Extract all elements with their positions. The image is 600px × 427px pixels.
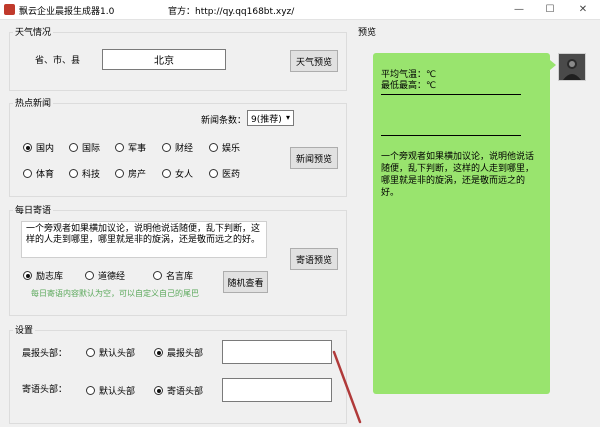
radio-indicator: [86, 348, 95, 357]
city-input[interactable]: 北京: [102, 49, 226, 70]
radio-indicator: [162, 143, 171, 152]
settings-group-title: 设置: [13, 323, 36, 336]
source-radio[interactable]: 名言库: [153, 269, 193, 282]
maximize-icon[interactable]: ☐: [543, 3, 557, 17]
category-radio[interactable]: 科技: [69, 167, 100, 180]
preview-divider: [381, 135, 521, 136]
news-preview-button[interactable]: 新闻预览: [290, 147, 338, 169]
preview-range-temp: 最低最高：℃: [381, 81, 437, 91]
weather-preview-button[interactable]: 天气预览: [290, 50, 338, 72]
preview-group-title: 预览: [356, 25, 379, 38]
news-count-label: 新闻条数：: [201, 116, 247, 126]
bubble-tail: [550, 60, 556, 70]
radio-indicator: [153, 271, 162, 280]
user-avatar-icon: [559, 54, 585, 80]
category-radio[interactable]: 房产: [115, 167, 146, 180]
radio-indicator: [209, 169, 218, 178]
preview-bubble: 平均气温：℃ 最低最高：℃ 一个旁观者如果横加议论，说明他说话随便，乱下判断，这…: [373, 53, 550, 394]
title-bar: 飘云企业晨报生成器1.0 官方：http://qy.qq168bt.xyz/ —…: [0, 0, 600, 20]
category-radio[interactable]: 财经: [162, 141, 193, 154]
category-radio[interactable]: 军事: [115, 141, 146, 154]
arrow-annotation-icon: [332, 350, 362, 424]
morning-custom-radio[interactable]: 晨报头部: [154, 346, 203, 359]
radio-indicator: [86, 386, 95, 395]
category-radio[interactable]: 娱乐: [209, 141, 240, 154]
radio-indicator: [23, 143, 32, 152]
message-default-radio[interactable]: 默认头部: [86, 384, 135, 397]
app-icon: [4, 4, 15, 15]
radio-indicator: [23, 271, 32, 280]
daily-preview-button[interactable]: 寄语预览: [290, 248, 338, 270]
radio-indicator: [209, 143, 218, 152]
news-count-value: 9(推荐): [251, 114, 282, 125]
source-radio[interactable]: 励志库: [23, 269, 63, 282]
category-radio[interactable]: 国际: [69, 141, 100, 154]
region-label: 省、市、县: [35, 56, 81, 66]
radio-indicator: [115, 143, 124, 152]
preview-quote: 一个旁观者如果横加议论，说明他说话随便，乱下判断，这样的人走到哪里，哪里就是非的…: [381, 152, 535, 198]
website-label: 官方：http://qy.qq168bt.xyz/: [168, 7, 295, 17]
category-radio[interactable]: 女人: [162, 167, 193, 180]
radio-indicator: [69, 143, 78, 152]
radio-indicator: [69, 169, 78, 178]
weather-group-title: 天气情况: [13, 25, 54, 38]
daily-message-textarea[interactable]: 一个旁观者如果横加议论，说明他说话随便，乱下判断，这样的人走到哪里，哪里就是非的…: [21, 221, 267, 258]
message-custom-radio[interactable]: 寄语头部: [154, 384, 203, 397]
window-title: 飘云企业晨报生成器1.0: [19, 7, 115, 17]
message-header-input[interactable]: [222, 378, 332, 402]
radio-indicator: [85, 271, 94, 280]
category-radio[interactable]: 体育: [23, 167, 54, 180]
radio-indicator: [23, 169, 32, 178]
minimize-icon[interactable]: —: [512, 3, 526, 17]
radio-indicator: [115, 169, 124, 178]
news-count-select[interactable]: 9(推荐) ▾: [247, 110, 294, 126]
radio-indicator: [154, 386, 163, 395]
morning-default-radio[interactable]: 默认头部: [86, 346, 135, 359]
preview-avg-temp: 平均气温：℃: [381, 70, 437, 80]
radio-indicator: [154, 348, 163, 357]
news-group-title: 热点新闻: [13, 96, 54, 109]
preview-divider: [381, 94, 521, 95]
avatar: [558, 53, 586, 81]
daily-hint-text: 每日寄语内容默认为空，可以自定义自己的尾巴: [31, 289, 199, 298]
close-icon[interactable]: ✕: [576, 3, 590, 17]
radio-indicator: [162, 169, 171, 178]
morning-header-label: 晨报头部：: [22, 349, 68, 359]
category-radio[interactable]: 医药: [209, 167, 240, 180]
morning-header-input[interactable]: [222, 340, 332, 364]
category-radio[interactable]: 国内: [23, 141, 54, 154]
source-radio[interactable]: 道德经: [85, 269, 125, 282]
chevron-down-icon: ▾: [285, 113, 290, 122]
random-view-button[interactable]: 随机查看: [223, 271, 268, 293]
daily-group-title: 每日寄语: [13, 203, 54, 216]
message-header-label: 寄语头部：: [22, 385, 68, 395]
